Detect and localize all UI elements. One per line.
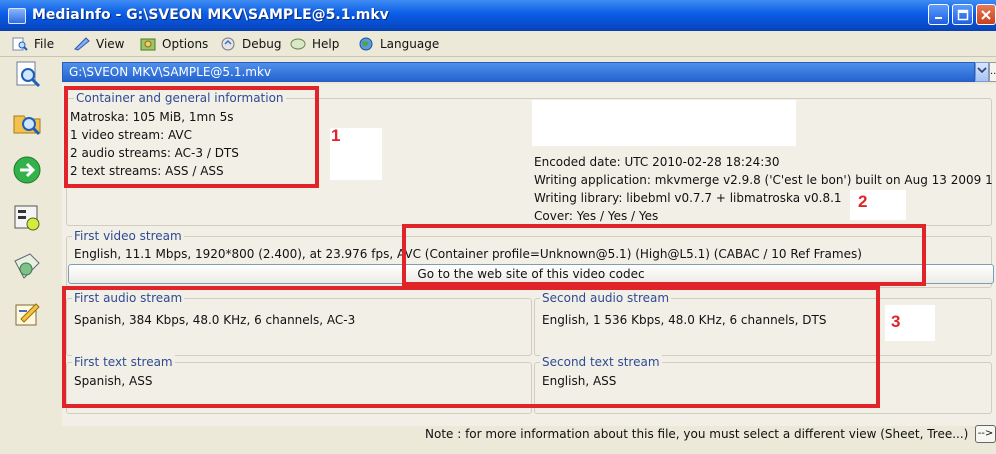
help-icon bbox=[290, 38, 306, 50]
menu-debug-label: Debug bbox=[242, 37, 282, 51]
view-hint-note: Note : for more information about this f… bbox=[425, 427, 969, 441]
open-file-icon[interactable] bbox=[12, 59, 42, 89]
menu-bar: File View Options Debug Help Language bbox=[0, 31, 996, 57]
options-icon bbox=[140, 38, 156, 51]
title-bar[interactable]: MediaInfo - G:\SVEON MKV\SAMPLE@5.1.mkv bbox=[0, 0, 996, 31]
file-path-combobox[interactable]: G:\SVEON MKV\SAMPLE@5.1.mkv bbox=[62, 62, 975, 82]
menu-help[interactable]: Help bbox=[290, 36, 339, 52]
view-icon bbox=[74, 37, 90, 51]
chevron-down-icon bbox=[977, 67, 987, 74]
debug-icon bbox=[221, 37, 235, 51]
menu-language[interactable]: Language bbox=[358, 36, 439, 52]
next-arrow-icon[interactable] bbox=[12, 155, 42, 185]
menu-file-label: File bbox=[34, 37, 55, 51]
annotation-number-3: 3 bbox=[891, 312, 901, 331]
file-search-icon bbox=[12, 37, 28, 51]
language-globe-icon bbox=[359, 37, 373, 51]
open-folder-icon[interactable] bbox=[12, 107, 42, 137]
annotation-box-3 bbox=[62, 286, 880, 408]
annotation-backdrop-meta bbox=[532, 100, 796, 146]
menu-help-label: Help bbox=[312, 37, 340, 51]
menu-language-label: Language bbox=[380, 37, 440, 51]
writing-application: Writing application: mkvmerge v2.9.8 ('C… bbox=[534, 173, 993, 187]
maximize-icon bbox=[957, 9, 968, 21]
mediainfo-app-icon bbox=[8, 8, 26, 24]
switch-view-button[interactable]: --> bbox=[975, 425, 996, 443]
mediainfo-window: MediaInfo - G:\SVEON MKV\SAMPLE@5.1.mkv … bbox=[0, 0, 996, 454]
annotation-box-1 bbox=[64, 86, 319, 188]
menu-view-label: View bbox=[96, 37, 125, 51]
export-icon[interactable] bbox=[12, 251, 42, 281]
menu-debug[interactable]: Debug bbox=[220, 36, 281, 52]
close-icon bbox=[981, 10, 991, 20]
writing-library: Writing library: libebml v0.7.7 + libmat… bbox=[534, 191, 842, 205]
annotation-number-1: 1 bbox=[331, 126, 341, 145]
menu-options-label: Options bbox=[162, 37, 209, 51]
left-toolbar bbox=[0, 57, 55, 454]
annotation-box-2 bbox=[402, 224, 926, 286]
video-stream-legend: First video stream bbox=[72, 229, 184, 243]
about-icon[interactable] bbox=[12, 299, 42, 329]
menu-options[interactable]: Options bbox=[140, 36, 208, 52]
minimize-icon bbox=[934, 17, 942, 19]
maximize-button[interactable] bbox=[952, 4, 973, 25]
menu-file[interactable]: File bbox=[12, 36, 54, 52]
combobox-dropdown-button[interactable] bbox=[975, 62, 989, 82]
encoded-date: Encoded date: UTC 2010-02-28 18:24:30 bbox=[534, 155, 780, 169]
file-path-value: G:\SVEON MKV\SAMPLE@5.1.mkv bbox=[69, 65, 272, 79]
cover-info: Cover: Yes / Yes / Yes bbox=[534, 209, 659, 223]
menu-view[interactable]: View bbox=[74, 36, 124, 52]
window-title: MediaInfo - G:\SVEON MKV\SAMPLE@5.1.mkv bbox=[32, 7, 389, 23]
browse-more-button[interactable]: ... bbox=[989, 62, 996, 82]
annotation-number-2: 2 bbox=[858, 192, 868, 211]
close-button[interactable] bbox=[976, 4, 996, 25]
minimize-button[interactable] bbox=[928, 4, 949, 25]
preferences-icon[interactable] bbox=[12, 203, 42, 233]
